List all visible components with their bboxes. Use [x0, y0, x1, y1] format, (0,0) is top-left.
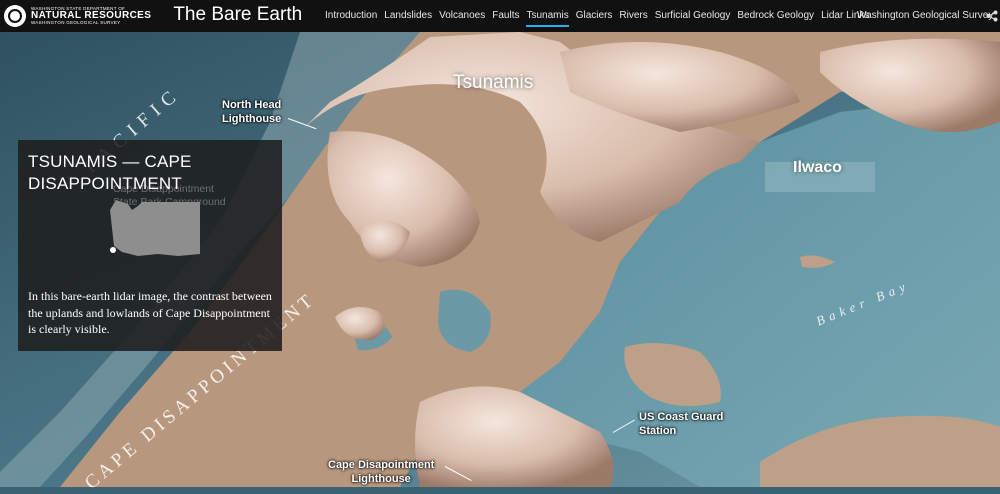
app-title[interactable]: The Bare Earth [173, 4, 302, 26]
share-icon[interactable] [986, 10, 998, 22]
us-coast-guard-station-label: US Coast Guard Station [639, 411, 724, 437]
main-nav: Introduction Landslides Volcanoes Faults… [325, 0, 876, 32]
location-marker-icon [110, 247, 116, 253]
nav-volcanoes[interactable]: Volcanoes [439, 0, 485, 32]
nav-tsunamis[interactable]: Tsunamis [526, 0, 569, 32]
washington-locator-map [110, 200, 200, 256]
nav-surficial-geology[interactable]: Surficial Geology [655, 0, 731, 32]
nav-bedrock-geology[interactable]: Bedrock Geology [737, 0, 814, 32]
dnr-seal-icon [4, 5, 26, 27]
panel-description: In this bare-earth lidar image, the cont… [28, 289, 272, 336]
nav-introduction[interactable]: Introduction [325, 0, 377, 32]
washington-geological-survey-link[interactable]: Washington Geological Survey [857, 0, 993, 32]
dnr-logo[interactable]: WASHINGTON STATE DEPARTMENT OF NATURAL R… [4, 5, 151, 27]
nav-glaciers[interactable]: Glaciers [576, 0, 613, 32]
map-section-title: Tsunamis [453, 72, 534, 93]
nav-rivers[interactable]: Rivers [619, 0, 647, 32]
panel-title: TSUNAMIS — CAPE DISAPPOINTMENT [28, 152, 192, 193]
top-navigation-bar: WASHINGTON STATE DEPARTMENT OF NATURAL R… [0, 0, 1000, 32]
story-info-panel: Cape Disappointment State Park Campgroun… [18, 140, 282, 351]
nav-landslides[interactable]: Landslides [384, 0, 432, 32]
north-head-lighthouse-label: North Head Lighthouse [222, 99, 282, 125]
cape-disappointment-lighthouse-label: Cape Disapointment Lighthouse [328, 459, 435, 485]
nav-faults[interactable]: Faults [492, 0, 519, 32]
logo-survey-line: WASHINGTON GEOLOGICAL SURVEY [31, 20, 121, 25]
ilwaco-label: Ilwaco [793, 159, 842, 176]
